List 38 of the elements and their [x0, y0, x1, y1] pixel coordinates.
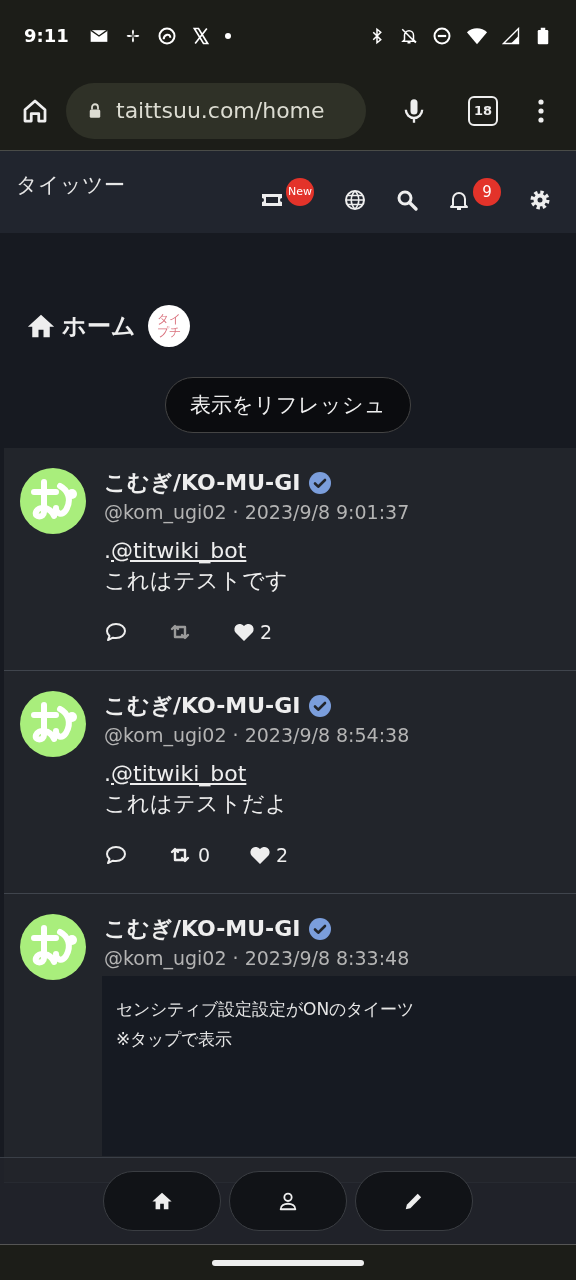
- avatar: [20, 690, 86, 757]
- refresh-button[interactable]: 表示をリフレッシュ: [165, 376, 411, 433]
- post-text: .@titwiki_bot これはテストです: [104, 536, 289, 595]
- x-mark-icon: [190, 25, 211, 46]
- gesture-handle-icon[interactable]: [212, 1259, 364, 1266]
- user-name: こむぎ/KO-MU-GI: [104, 468, 301, 497]
- post-meta: @kom_ugi02 · 2023/9/8 8:33:48: [104, 945, 411, 972]
- post-text: .@titwiki_bot これはテストだよ: [104, 759, 289, 818]
- user-name: こむぎ/KO-MU-GI: [104, 691, 301, 720]
- mention-link[interactable]: @titwiki_bot: [111, 760, 247, 786]
- sensitive-notice: ※タップで表示: [116, 1027, 233, 1051]
- mention-link[interactable]: @titwiki_bot: [111, 537, 247, 563]
- address-bar[interactable]: taittsuu.com/home: [66, 82, 366, 139]
- signal-icon: [502, 26, 520, 45]
- site-title: タイッツー: [16, 171, 125, 199]
- more-icon[interactable]: [538, 98, 544, 123]
- post-meta: @kom_ugi02 · 2023/9/8 9:01:37: [104, 499, 411, 526]
- user-name: こむぎ/KO-MU-GI: [104, 914, 301, 943]
- bell-off-icon: [400, 26, 418, 45]
- sensitive-notice: センシティブ設定設定がONのタイーツ: [116, 997, 415, 1021]
- like-count: 2: [260, 620, 273, 643]
- count-badge: 9: [473, 177, 501, 206]
- retweet-count: 0: [198, 843, 211, 866]
- logo-badge: タイプチ: [148, 304, 190, 347]
- avatar: [20, 467, 86, 534]
- like-count: 2: [276, 843, 289, 866]
- page-title: ホーム: [62, 310, 136, 342]
- tab-count-button[interactable]: 18: [468, 95, 498, 126]
- new-badge: New: [286, 177, 314, 206]
- sensitive-content-cover[interactable]: センシティブ設定設定がONのタイーツ ※タップで表示: [102, 975, 576, 1156]
- avatar: [20, 913, 86, 980]
- globe-icon[interactable]: [343, 187, 367, 212]
- post-meta: @kom_ugi02 · 2023/9/8 8:54:38: [104, 722, 411, 749]
- do-not-disturb-icon: [432, 25, 452, 46]
- swirl-icon: [156, 25, 177, 46]
- dot-icon: [224, 32, 231, 39]
- person-icon: [277, 1190, 299, 1213]
- clock-time: 9:11: [24, 25, 69, 47]
